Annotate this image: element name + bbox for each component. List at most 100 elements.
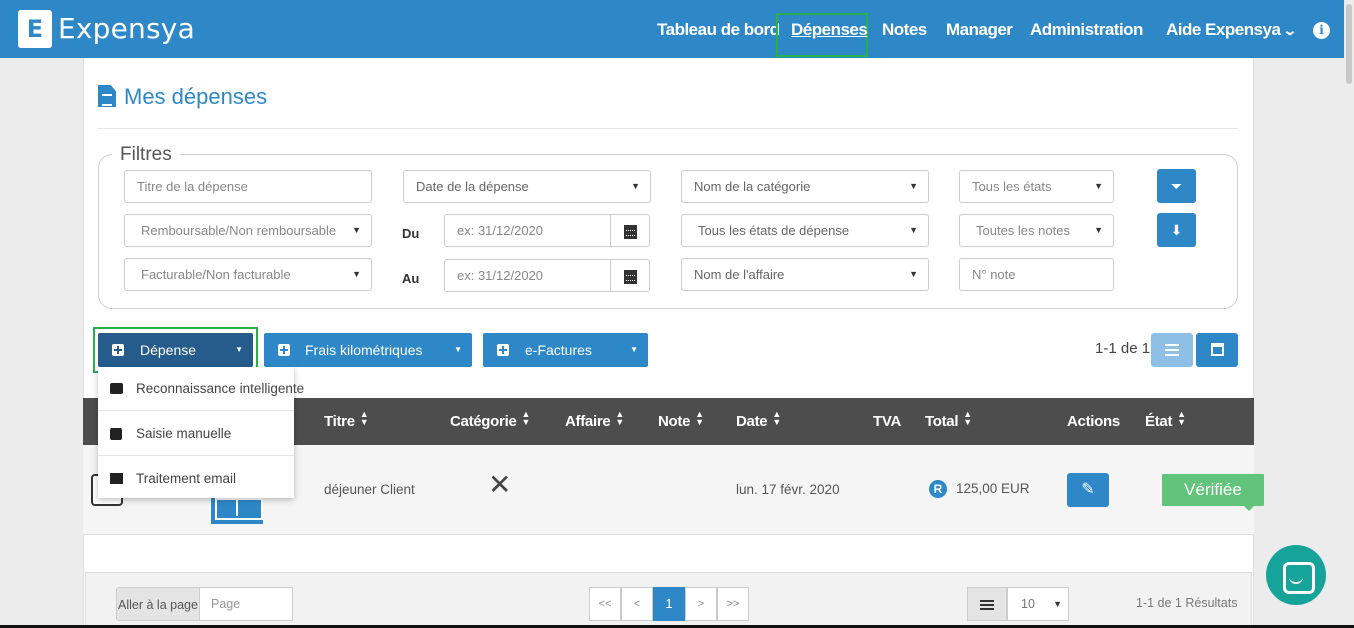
col-note-label: Note <box>658 413 691 430</box>
menu-item-smart-recognition[interactable]: Reconnaissance intelligente <box>98 367 304 411</box>
sort-icon: ▲ ▼ <box>615 409 625 427</box>
sort-icon: ▲ ▼ <box>695 409 704 427</box>
date-to-placeholder: ex: 31/12/2020 <box>457 268 544 283</box>
nav-dashboard-label: Tableau de bord <box>657 20 780 39</box>
nav-expenses-label: Dépenses <box>791 20 868 39</box>
caret-down-icon: ▼ <box>235 345 243 354</box>
plus-square-icon <box>112 344 124 356</box>
mileage-button[interactable]: Frais kilométriques ▼ <box>264 333 472 367</box>
add-expense-label: Dépense <box>140 342 197 358</box>
menu-item-email-processing[interactable]: Traitement email <box>98 457 294 501</box>
top-navbar: E Expensya Tableau de bord Dépenses Note… <box>0 0 1344 58</box>
goto-page-input[interactable]: Page <box>199 587 293 621</box>
col-business[interactable]: Affaire ▲ ▼ <box>565 398 624 445</box>
nav-notes[interactable]: Notes <box>882 0 927 58</box>
plus-square-icon <box>110 428 122 440</box>
menu-item-label: Traitement email <box>136 471 237 486</box>
app-name[interactable]: Expensya <box>58 12 195 45</box>
note-number-input[interactable]: N° note <box>959 258 1114 291</box>
result-count: 1-1 de 1 <box>1095 340 1151 357</box>
envelope-icon <box>110 473 123 484</box>
add-expense-menu: Reconnaissance intelligente Saisie manue… <box>98 367 304 501</box>
expense-title-input[interactable]: Titre de la dépense <box>124 170 372 203</box>
row-total: 125,00 EUR <box>956 481 1030 496</box>
page-title-label: Mes dépenses <box>124 84 268 109</box>
calendar-view-button[interactable] <box>1196 333 1238 367</box>
notes-select[interactable]: Toutes les notes <box>959 214 1114 247</box>
download-button[interactable]: ⬇ <box>1157 213 1196 247</box>
col-date[interactable]: Date ▲ ▼ <box>736 398 781 445</box>
first-page-button[interactable]: << <box>589 587 621 621</box>
date-from-input[interactable]: ex: 31/12/2020 <box>444 214 650 247</box>
page-1-button[interactable]: 1 <box>653 587 685 621</box>
sort-icon: ▲ ▼ <box>963 409 972 427</box>
last-page-button[interactable]: >> <box>717 587 749 621</box>
list-icon <box>1165 344 1179 346</box>
per-page-select[interactable]: 10 <box>1007 587 1069 621</box>
business-select[interactable]: Nom de l'affaire <box>681 258 929 291</box>
camera-icon <box>110 383 123 394</box>
expense-states-select[interactable]: Tous les états de dépense <box>681 214 929 247</box>
chat-bubble-icon[interactable] <box>1266 545 1326 605</box>
next-page-button[interactable]: > <box>685 587 717 621</box>
document-icon <box>98 85 116 107</box>
scrollbar-track[interactable] <box>1344 0 1354 628</box>
menu-item-manual-entry[interactable]: Saisie manuelle <box>98 412 294 456</box>
col-title[interactable]: Titre ▲ ▼ <box>324 398 369 445</box>
scrollbar-thumb[interactable] <box>1346 4 1352 84</box>
col-business-label: Affaire <box>565 413 611 430</box>
filters-legend: Filtres <box>112 144 180 166</box>
list-icon <box>967 587 1007 621</box>
calendar-icon[interactable] <box>610 215 649 246</box>
nav-expenses[interactable]: Dépenses <box>791 0 868 58</box>
expense-date-select[interactable]: Date de la dépense <box>403 170 651 203</box>
download-icon: ⬇ <box>1170 222 1183 238</box>
sort-icon: ▲ ▼ <box>359 409 369 427</box>
add-expense-button[interactable]: Dépense ▼ <box>98 333 253 367</box>
divider <box>97 128 1238 129</box>
col-category[interactable]: Catégorie ▲ ▼ <box>450 398 530 445</box>
row-date: lun. 17 févr. 2020 <box>736 482 840 497</box>
list-view-button[interactable] <box>1151 333 1193 367</box>
date-from-placeholder: ex: 31/12/2020 <box>457 223 544 238</box>
logo-icon[interactable]: E <box>18 10 52 48</box>
calendar-icon <box>1211 343 1224 356</box>
col-vat-label: TVA <box>873 413 901 430</box>
col-actions-label: Actions <box>1067 413 1120 430</box>
nav-help[interactable]: Aide Expensya ⌄ <box>1166 0 1298 58</box>
col-total-label: Total <box>925 413 959 430</box>
billable-select[interactable]: Facturable/Non facturable <box>124 258 372 291</box>
goto-page-label: Aller à la page <box>116 587 200 621</box>
nav-help-label: Aide Expensya <box>1166 20 1281 39</box>
calendar-icon[interactable] <box>610 260 649 291</box>
col-actions: Actions <box>1067 398 1120 445</box>
sort-icon: ▲ ▼ <box>521 409 531 427</box>
nav-administration[interactable]: Administration <box>1030 0 1143 58</box>
menu-item-label: Saisie manuelle <box>136 426 232 441</box>
date-to-input[interactable]: ex: 31/12/2020 <box>444 259 650 292</box>
nav-dashboard[interactable]: Tableau de bord <box>657 0 780 58</box>
einvoice-button[interactable]: e-Factures ▼ <box>483 333 648 367</box>
row-title: déjeuner Client <box>324 482 415 497</box>
col-vat: TVA <box>873 398 901 445</box>
nav-manager-label: Manager <box>946 20 1013 39</box>
col-note[interactable]: Note ▲ ▼ <box>658 398 704 445</box>
col-total[interactable]: Total ▲ ▼ <box>925 398 972 445</box>
category-select[interactable]: Nom de la catégorie <box>681 170 929 203</box>
einvoice-label: e-Factures <box>525 342 592 358</box>
restaurant-icon: ✕ <box>488 468 512 501</box>
sort-icon: ▲ ▼ <box>772 409 781 427</box>
clear-filter-button[interactable]: ⏷ <box>1157 169 1196 203</box>
status-badge: Vérifiée <box>1162 474 1264 511</box>
results-summary: 1-1 de 1 Résultats <box>1136 596 1238 610</box>
info-icon[interactable]: i <box>1313 22 1330 39</box>
refundable-select[interactable]: Remboursable/Non remboursable <box>124 214 372 247</box>
states-select[interactable]: Tous les états <box>959 170 1114 203</box>
prev-page-button[interactable]: < <box>621 587 653 621</box>
col-date-label: Date <box>736 413 768 430</box>
nav-manager[interactable]: Manager <box>946 0 1013 58</box>
page-title: Mes dépenses <box>98 84 267 110</box>
col-title-label: Titre <box>324 413 355 430</box>
col-state[interactable]: État ▲ ▼ <box>1145 398 1186 445</box>
edit-button[interactable]: ✎ <box>1067 473 1109 507</box>
